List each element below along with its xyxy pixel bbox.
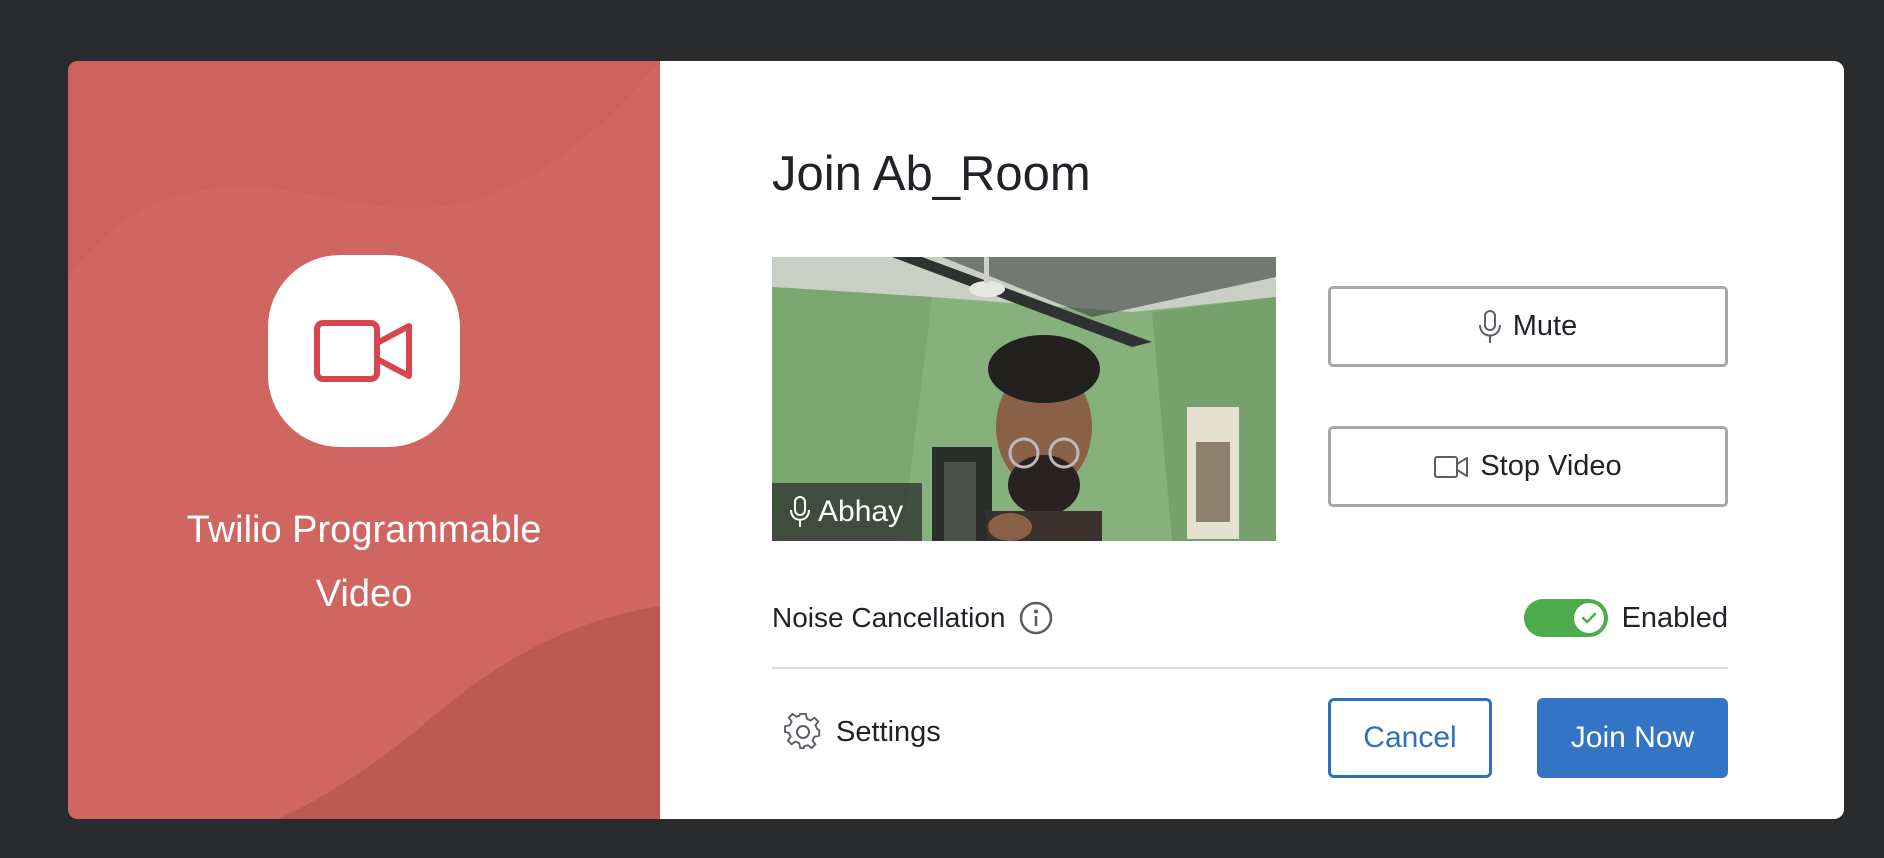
mute-button[interactable]: Mute: [1328, 286, 1728, 367]
join-room-dialog: Twilio Programmable Video Join Ab_Room A…: [68, 61, 1844, 819]
microphone-icon: [1478, 309, 1501, 343]
page-title: Join Ab_Room: [772, 147, 1091, 201]
join-form: Join Ab_Room Abhay Mute Stop Video Noise…: [660, 61, 1844, 819]
mute-button-label: Mute: [1512, 310, 1578, 342]
gear-icon: [784, 713, 821, 750]
noise-cancellation-label: Noise Cancellation: [772, 602, 1006, 633]
cancel-button[interactable]: Cancel: [1328, 698, 1492, 778]
divider: [772, 667, 1728, 669]
noise-cancellation-state: Enabled: [1621, 601, 1728, 634]
stop-video-button[interactable]: Stop Video: [1328, 426, 1728, 507]
join-now-button[interactable]: Join Now: [1537, 698, 1728, 778]
video-camera-icon: [1434, 455, 1469, 478]
stop-video-button-label: Stop Video: [1480, 450, 1622, 482]
noise-cancellation-toggle[interactable]: [1523, 599, 1608, 637]
brand-panel: Twilio Programmable Video: [68, 61, 660, 819]
settings-button[interactable]: Settings: [784, 713, 941, 751]
app-logo: [268, 255, 460, 447]
brand-name-line-1: Twilio Programmable: [186, 509, 542, 551]
brand-name: Twilio Programmable Video: [68, 498, 660, 626]
video-camera-icon: [314, 320, 412, 382]
local-video-preview: Abhay: [772, 257, 1276, 541]
participant-name: Abhay: [818, 495, 904, 528]
info-icon[interactable]: [1019, 601, 1053, 635]
microphone-icon: [790, 496, 810, 527]
brand-name-line-2: Video: [315, 573, 413, 615]
check-icon: [1581, 612, 1596, 624]
noise-cancellation-row: Noise Cancellation Enabled: [772, 597, 1728, 639]
participant-name-tag: Abhay: [772, 483, 922, 541]
toggle-knob: [1573, 603, 1604, 633]
noise-cancellation-control: Enabled: [1523, 599, 1728, 637]
settings-label: Settings: [836, 715, 941, 748]
